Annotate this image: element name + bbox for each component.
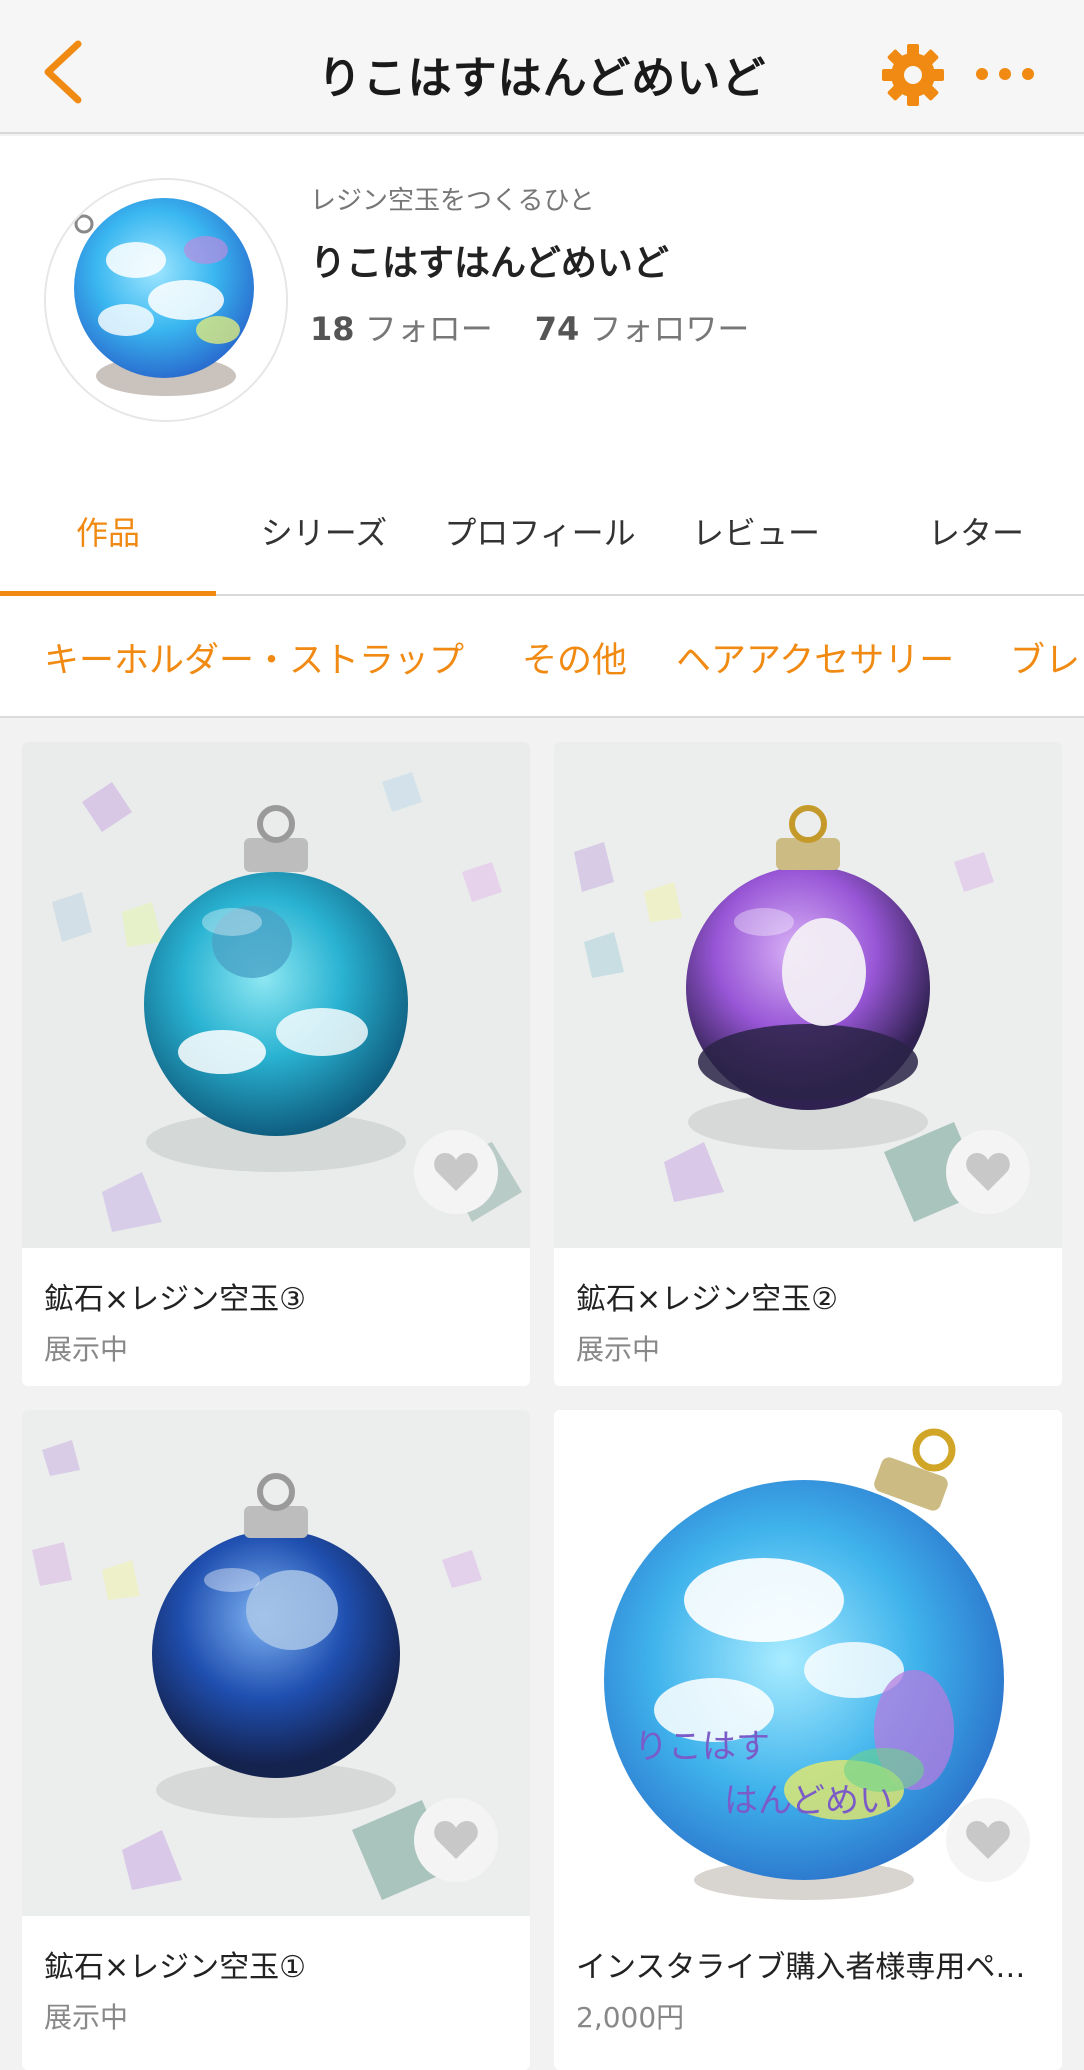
profile-tagline: レジン空玉をつくるひと (310, 186, 595, 216)
follow-label: フォロー (364, 310, 493, 348)
watermark-text-line2: はんどめい (724, 1781, 893, 1821)
product-price: 2,000円 (576, 2001, 685, 2034)
product-title[interactable]: 鉱石×レジン空玉② (576, 1274, 1046, 1318)
favorite-heart-button[interactable] (414, 1798, 498, 1882)
tab-letters[interactable]: レター (868, 508, 1084, 554)
category-filter-bar: キーホルダー・ストラップ その他 ヘアアクセサリー ブレ (0, 596, 1084, 718)
follow-count: 18 (310, 310, 355, 348)
profile-name: りこはすはんどめいど (310, 243, 669, 284)
product-title[interactable]: 鉱石×レジン空玉① (44, 1942, 514, 1986)
product-status: 展示中 (576, 1333, 661, 1366)
gear-icon[interactable] (878, 40, 948, 110)
heart-icon (966, 1153, 1010, 1191)
category-keyholder-strap[interactable]: キーホルダー・ストラップ (44, 632, 464, 683)
avatar-image (46, 180, 286, 420)
product-title[interactable]: インスタライブ購入者様専用ペ… (576, 1942, 1046, 1986)
product-title[interactable]: 鉱石×レジン空玉③ (44, 1274, 514, 1318)
product-card[interactable]: 鉱石×レジン空玉② 展示中 (554, 742, 1062, 1386)
avatar[interactable] (44, 178, 288, 422)
follow-link[interactable]: 18 フォロー (310, 310, 493, 348)
watermark-text-line1: りこはす (634, 1727, 770, 1767)
category-other[interactable]: その他 (522, 632, 627, 683)
top-navigation-bar: りこはすはんどめいど (0, 0, 1084, 134)
favorite-heart-button[interactable] (414, 1130, 498, 1214)
profile-section: レジン空玉をつくるひと りこはすはんどめいど 18 フォロー 74 フォロワー 作… (0, 136, 1084, 596)
follower-label: フォロワー (589, 310, 750, 348)
heart-icon (434, 1821, 478, 1859)
tab-profile[interactable]: プロフィール (432, 508, 648, 554)
product-status: 展示中 (44, 1333, 129, 1366)
heart-icon (434, 1153, 478, 1191)
product-card[interactable]: 鉱石×レジン空玉③ 展示中 (22, 742, 530, 1386)
tab-reviews[interactable]: レビュー (648, 508, 864, 554)
product-status: 展示中 (44, 2001, 129, 2034)
category-hair-accessory[interactable]: ヘアアクセサリー (676, 632, 954, 683)
follow-stats: 18 フォロー 74 フォロワー (310, 304, 749, 350)
tab-works[interactable]: 作品 (0, 508, 216, 554)
product-card[interactable]: りこはす はんどめい インスタライブ購入者様専用ペ… 2,000円 (554, 1410, 1062, 2070)
follower-link[interactable]: 74 フォロワー (535, 310, 750, 348)
category-bracelet[interactable]: ブレ (1010, 632, 1080, 683)
product-card[interactable]: 鉱石×レジン空玉① 展示中 (22, 1410, 530, 2070)
profile-tabs: 作品 シリーズ プロフィール レビュー レター (0, 458, 1084, 596)
tab-series[interactable]: シリーズ (216, 508, 432, 554)
favorite-heart-button[interactable] (946, 1130, 1030, 1214)
favorite-heart-button[interactable] (946, 1798, 1030, 1882)
heart-icon (966, 1821, 1010, 1859)
more-dots-icon[interactable] (970, 44, 1040, 104)
follower-count: 74 (534, 310, 580, 348)
